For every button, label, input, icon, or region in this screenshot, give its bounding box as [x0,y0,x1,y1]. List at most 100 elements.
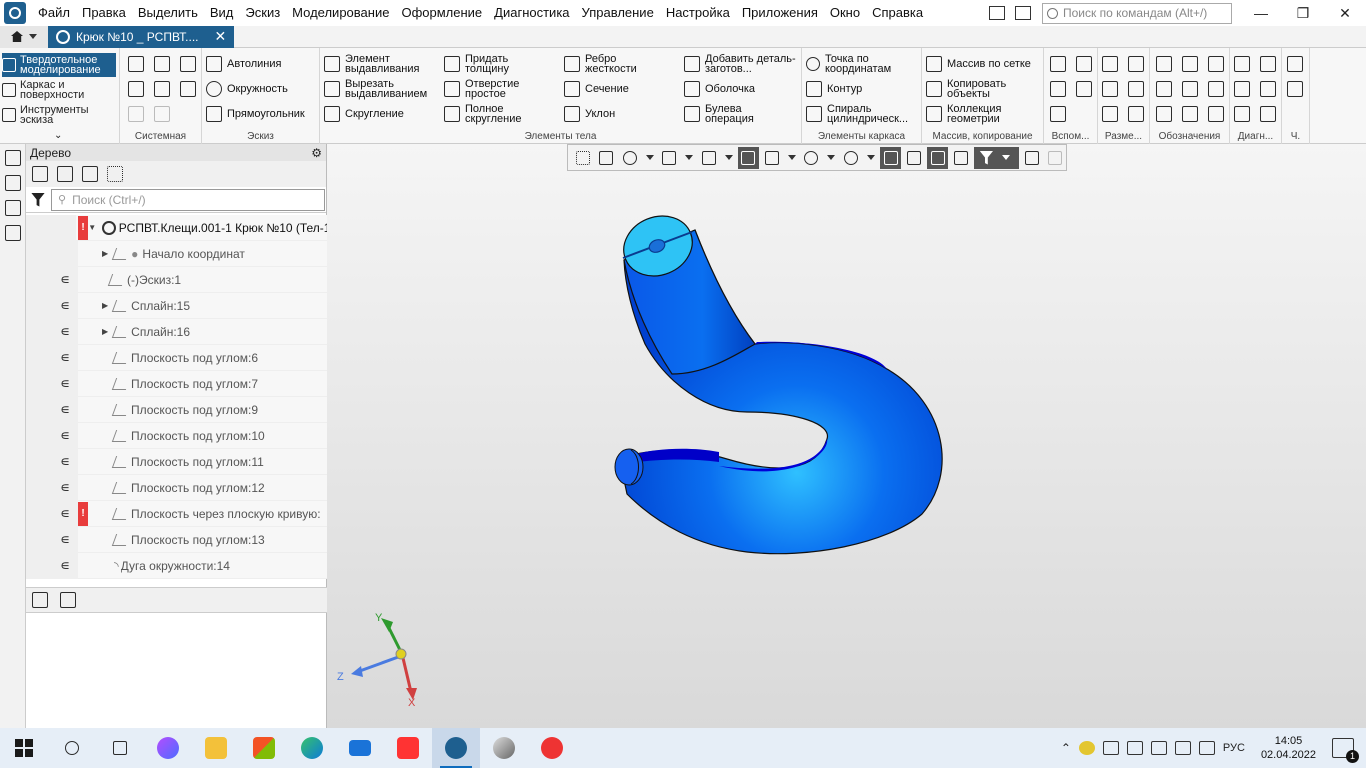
autoline-button[interactable]: Автолиния [206,56,281,72]
menu-settings[interactable]: Настройка [660,0,736,26]
filter-button[interactable] [26,187,50,213]
menu-edit[interactable]: Правка [76,0,132,26]
menu-management[interactable]: Управление [576,0,660,26]
kompas-button[interactable] [432,728,480,768]
app-arc-button[interactable] [480,728,528,768]
position-icon[interactable] [1182,106,1198,122]
tree-search-input[interactable]: ⚲ Поиск (Ctrl+/) [51,188,325,211]
tree-row-plane[interactable]: ∊ Плоскость под углом:12 [26,474,327,501]
tree-structure-icon[interactable] [32,166,48,182]
menu-window[interactable]: Окно [824,0,866,26]
plane-icon[interactable] [1050,56,1066,72]
spec-icon[interactable] [1287,56,1303,72]
close-button[interactable]: ✕ [1324,5,1366,22]
expand-icon[interactable]: ▶ [102,301,108,310]
tree-row-plane-curve[interactable]: ∊ ! Плоскость через плоскую кривую: [26,500,327,527]
rib-button[interactable]: Ребро жесткости [564,54,649,75]
text-icon[interactable] [1208,106,1224,122]
tree-row-plane[interactable]: ∊ Плоскость под углом:10 [26,422,327,449]
tree-row-spline[interactable]: ∊ ▶ Сплайн:16 [26,318,327,345]
panel-layout-icon[interactable] [989,6,1005,20]
angle-dim-icon[interactable] [1102,81,1118,97]
tree-history-icon[interactable] [57,166,73,182]
notifications-button[interactable]: 1 [1332,738,1359,763]
tray-meet-icon[interactable] [1102,741,1119,755]
check-icon[interactable] [1260,106,1276,122]
hook-model[interactable] [614,206,943,555]
clock[interactable]: 14:05 02.04.2022 [1261,734,1316,762]
wifi-icon[interactable] [1174,741,1191,755]
arc-dim-icon[interactable] [1128,106,1144,122]
menu-select[interactable]: Выделить [132,0,204,26]
diameter-dim-icon[interactable] [1128,81,1144,97]
contour-button[interactable]: Контур [806,81,862,97]
tolerance-icon[interactable] [1156,81,1172,97]
properties-icon[interactable] [180,81,196,97]
alice-button[interactable] [144,728,192,768]
tree-panel-icon[interactable] [5,150,21,166]
store-button[interactable] [240,728,288,768]
open-folder-icon[interactable] [154,56,170,72]
3d-viewport[interactable]: Y Z X [327,144,1366,728]
tree-row-spline[interactable]: ∊ ▶ Сплайн:15 [26,292,327,319]
add-part-button[interactable]: Добавить деталь-заготов... [684,54,801,75]
microphone-icon[interactable] [1126,741,1143,755]
menu-design[interactable]: Оформление [395,0,488,26]
menu-modeling[interactable]: Моделирование [286,0,395,26]
menu-sketch[interactable]: Эскиз [239,0,286,26]
cut-extrude-button[interactable]: Вырезать выдавливанием [324,79,439,100]
new-document-icon[interactable] [128,56,144,72]
table-icon[interactable] [1287,81,1303,97]
layers-icon[interactable] [5,225,21,241]
battery-icon[interactable] [1150,741,1167,755]
point-button[interactable]: Точка по координатам [806,54,915,75]
explorer-button[interactable] [192,728,240,768]
datum-icon[interactable] [1156,106,1172,122]
geometry-collection-button[interactable]: Коллекция геометрии [926,104,1027,125]
tree-row-sketch[interactable]: ∊ (-)Эскиз:1 [26,266,327,293]
menu-diagnostics[interactable]: Диагностика [488,0,575,26]
volume-icon[interactable] [1198,741,1215,755]
menu-applications[interactable]: Приложения [736,0,824,26]
axis-icon[interactable] [1076,56,1092,72]
search-taskbar-button[interactable] [48,728,96,768]
fillet-button[interactable]: Скругление [324,106,404,122]
tree-row-plane[interactable]: ∊ Плоскость под углом:6 [26,344,327,371]
expand-icon[interactable]: ▶ [102,327,108,336]
tray-app-icon[interactable] [1078,741,1095,755]
tree-tab-icon[interactable] [32,592,48,608]
weld-icon[interactable] [1208,81,1224,97]
section-button[interactable]: Сечение [564,81,629,97]
yandex-browser-button[interactable] [384,728,432,768]
redo-icon[interactable] [154,106,170,122]
tree-row-plane[interactable]: ∊ Плоскость под углом:9 [26,396,327,423]
circle-button[interactable]: Окружность [206,81,288,97]
leader-icon[interactable] [1156,56,1172,72]
minimize-button[interactable]: — [1240,5,1282,21]
csys-icon[interactable] [1076,81,1092,97]
tree-row-plane[interactable]: ∊ Плоскость под углом:11 [26,448,327,475]
tree-row-origin[interactable]: ▶ ● Начало координат [26,240,327,267]
home-button[interactable] [0,25,48,48]
hole-button[interactable]: Отверстие простое [444,79,535,100]
yandex-app-button[interactable] [528,728,576,768]
expand-icon[interactable]: ▼ [88,223,96,232]
boolean-button[interactable]: Булева операция [684,104,775,125]
tree-components-icon[interactable] [82,166,98,182]
spiral-button[interactable]: Спираль цилиндрическ... [806,104,919,125]
start-button[interactable] [0,728,48,768]
window-layout-icon[interactable] [1015,6,1031,20]
tree-row-root[interactable]: ! ▼ РСПВТ.Клещи.001-1 Крюк №10 (Тел-1) [26,214,327,241]
measure-icon[interactable] [1234,56,1250,72]
copy-objects-button[interactable]: Копировать объекты [926,79,1027,100]
shell-button[interactable]: Оболочка [684,81,755,97]
command-search-input[interactable]: Поиск по командам (Alt+/) [1042,2,1232,24]
mode-wireframe-surfaces[interactable]: Каркас и поверхности [2,78,116,102]
close-tab-icon[interactable]: ✕ [215,28,227,45]
menu-file[interactable]: Файл [32,0,76,26]
restore-button[interactable]: ❐ [1282,5,1324,22]
grid-array-button[interactable]: Массив по сетке [926,56,1031,72]
extrude-button[interactable]: Элемент выдавливания [324,54,435,75]
properties-panel-icon[interactable] [5,175,21,191]
expand-modes-icon[interactable]: ⌄ [54,130,62,141]
